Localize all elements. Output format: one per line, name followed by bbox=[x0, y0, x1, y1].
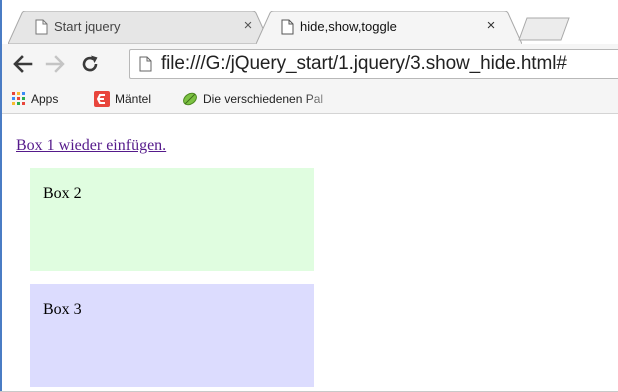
tab-close-icon[interactable]: × bbox=[240, 17, 256, 35]
browser-toolbar: file:///G:/jQuery_start/1.jquery/3.show_… bbox=[2, 44, 618, 84]
bookmark-apps[interactable]: Apps bbox=[12, 90, 58, 108]
forward-button[interactable] bbox=[42, 50, 68, 78]
page-icon bbox=[35, 19, 48, 35]
page-icon bbox=[281, 19, 294, 35]
restore-box-1-link[interactable]: Box 1 wieder einfügen. bbox=[16, 137, 166, 155]
bookmark-overflow-fade bbox=[302, 84, 362, 113]
box-3: Box 3 bbox=[30, 284, 314, 387]
back-arrow-icon bbox=[13, 55, 33, 73]
page-content: Box 1 wieder einfügen. Box 2 Box 3 bbox=[2, 115, 618, 391]
page-icon bbox=[139, 56, 152, 72]
bookmark-maentel[interactable]: Mäntel bbox=[94, 90, 151, 108]
brand-e-icon bbox=[94, 91, 110, 107]
browser-window: Start jquery × hide,show,toggle × file:/… bbox=[0, 0, 618, 392]
window-frame-edge bbox=[0, 0, 2, 392]
tab-title: hide,show,toggle bbox=[300, 19, 397, 34]
tab-strip: Start jquery × hide,show,toggle × bbox=[2, 0, 618, 44]
tab-title: Start jquery bbox=[54, 19, 121, 34]
new-tab-button[interactable] bbox=[518, 17, 570, 41]
apps-grid-icon bbox=[12, 92, 25, 105]
tab-close-icon[interactable]: × bbox=[483, 17, 499, 35]
bookmark-label: Mäntel bbox=[115, 92, 152, 106]
back-button[interactable] bbox=[10, 50, 36, 78]
box-2: Box 2 bbox=[30, 168, 314, 271]
reload-icon bbox=[82, 55, 98, 72]
forward-arrow-icon bbox=[45, 55, 65, 73]
bookmarks-bar: Apps Mäntel Die verschiedenen Pal bbox=[2, 84, 618, 114]
leaf-icon bbox=[183, 92, 197, 106]
address-bar[interactable]: file:///G:/jQuery_start/1.jquery/3.show_… bbox=[129, 49, 618, 79]
bookmark-label: Apps bbox=[31, 92, 59, 106]
address-url: file:///G:/jQuery_start/1.jquery/3.show_… bbox=[161, 53, 567, 74]
tab-hide-show-toggle[interactable]: hide,show,toggle × bbox=[256, 11, 522, 44]
tab-start-jquery[interactable]: Start jquery × bbox=[8, 11, 270, 44]
reload-button[interactable] bbox=[77, 50, 103, 78]
